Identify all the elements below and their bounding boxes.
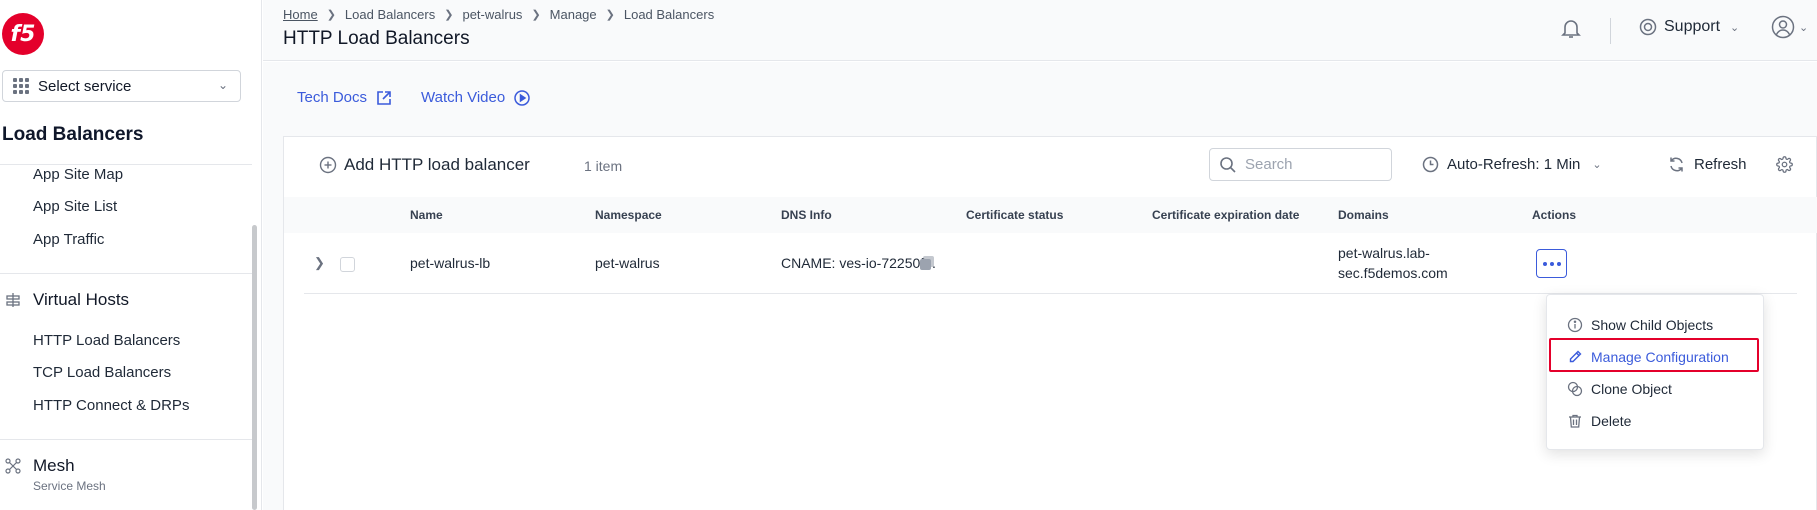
search-placeholder: Search (1245, 156, 1293, 173)
column-header-namespace[interactable]: Namespace (595, 208, 662, 222)
auto-refresh-dropdown[interactable]: Auto-Refresh: 1 Min ⌄ (1422, 156, 1602, 173)
select-service-label: Select service (38, 77, 132, 95)
sidebar-group-sublabel: Service Mesh (33, 479, 106, 493)
breadcrumb-item[interactable]: Load Balancers (345, 7, 435, 22)
cell-name[interactable]: pet-walrus-lb (410, 255, 490, 271)
clone-icon (1567, 381, 1583, 397)
search-input[interactable]: Search (1209, 148, 1392, 181)
cell-dns-info: CNAME: ves-io-72250f... (781, 255, 936, 271)
breadcrumb-home[interactable]: Home (283, 7, 318, 22)
item-count: 1 item (584, 158, 623, 174)
breadcrumb-item[interactable]: Manage (550, 7, 597, 22)
select-service-dropdown[interactable]: Select service ⌄ (2, 70, 241, 102)
sidebar: f5 Select service ⌄ Load Balancers App S… (0, 0, 262, 510)
chevron-right-icon: ❯ (605, 9, 615, 21)
sidebar-item-http-load-balancers[interactable]: HTTP Load Balancers (33, 332, 180, 349)
chevron-down-icon: ⌄ (217, 78, 228, 92)
virtual-hosts-icon (4, 291, 22, 309)
user-avatar-icon (1771, 15, 1795, 39)
expand-row-icon[interactable]: ❯ (314, 255, 325, 271)
menu-item-label: Show Child Objects (1591, 317, 1714, 333)
table-row[interactable]: ❯ pet-walrus-lb pet-walrus CNAME: ves-io… (304, 233, 1797, 294)
chevron-down-icon: ⌄ (1799, 21, 1809, 34)
f5-logo[interactable]: f5 (2, 13, 44, 55)
support-label: Support (1664, 18, 1721, 35)
column-header-actions: Actions (1532, 208, 1577, 222)
sidebar-item-tcp-load-balancers[interactable]: TCP Load Balancers (33, 364, 171, 381)
divider (0, 273, 252, 274)
breadcrumb-item[interactable]: pet-walrus (462, 7, 522, 22)
sidebar-group-mesh[interactable]: Mesh (4, 456, 75, 476)
column-header-certificate-expiration[interactable]: Certificate expiration date (1152, 208, 1299, 222)
watch-video-link[interactable]: Watch Video (421, 89, 530, 106)
highlight-box (1549, 338, 1759, 372)
search-icon (1220, 156, 1236, 173)
column-header-name[interactable]: Name (410, 208, 443, 222)
trash-icon (1569, 414, 1581, 428)
sidebar-section-title: Load Balancers (2, 124, 144, 145)
top-header: Home ❯ Load Balancers ❯ pet-walrus ❯ Man… (263, 0, 1817, 61)
refresh-label: Refresh (1694, 156, 1747, 173)
menu-item-show-child-objects[interactable]: Show Child Objects (1547, 310, 1765, 340)
divider (0, 439, 252, 440)
sidebar-group-virtual-hosts[interactable]: Virtual Hosts (4, 290, 129, 310)
column-header-domains[interactable]: Domains (1338, 208, 1389, 222)
breadcrumb: Home ❯ Load Balancers ❯ pet-walrus ❯ Man… (283, 7, 714, 22)
apps-grid-icon (13, 78, 29, 94)
breadcrumb-item: Load Balancers (623, 7, 715, 22)
page-title: HTTP Load Balancers (283, 28, 470, 49)
bell-icon[interactable] (1559, 16, 1585, 42)
actions-menu: Show Child Objects Manage Configuration … (1546, 294, 1764, 450)
sidebar-group-label: Mesh (33, 456, 75, 475)
support-menu[interactable]: Support ⌄ (1639, 18, 1739, 36)
sidebar-item-app-site-list[interactable]: App Site List (33, 198, 117, 215)
sidebar-item-app-traffic[interactable]: App Traffic (33, 231, 104, 248)
row-actions-button[interactable] (1536, 249, 1567, 278)
divider (1610, 18, 1611, 44)
watch-video-label: Watch Video (421, 89, 506, 106)
mesh-icon (4, 457, 22, 475)
auto-refresh-label: Auto-Refresh: 1 Min (1447, 156, 1581, 173)
cell-domains-line2: sec.f5demos.com (1338, 265, 1448, 281)
chevron-right-icon: ❯ (531, 9, 541, 21)
external-link-icon (377, 90, 391, 105)
tech-docs-label: Tech Docs (297, 89, 368, 106)
chevron-down-icon: ⌄ (1730, 21, 1740, 34)
menu-item-clone-object[interactable]: Clone Object (1547, 374, 1765, 404)
chevron-right-icon: ❯ (444, 9, 454, 21)
refresh-button[interactable]: Refresh (1668, 156, 1747, 173)
menu-item-delete[interactable]: Delete (1547, 406, 1765, 436)
menu-item-label: Delete (1591, 413, 1632, 429)
chevron-down-icon: ⌄ (1592, 159, 1602, 171)
sidebar-item-app-site-map[interactable]: App Site Map (33, 166, 123, 183)
tech-docs-link[interactable]: Tech Docs (297, 89, 392, 106)
gear-icon[interactable] (1776, 156, 1793, 176)
clock-icon (1422, 156, 1439, 173)
sidebar-group-label: Virtual Hosts (33, 290, 130, 309)
lifebuoy-icon (1639, 18, 1657, 36)
info-icon (1567, 317, 1583, 333)
add-label: Add HTTP load balancer (344, 155, 530, 174)
play-circle-icon (514, 89, 530, 106)
table-header: Name Namespace DNS Info Certificate stat… (284, 197, 1817, 233)
copy-icon[interactable] (920, 256, 935, 271)
divider (0, 164, 252, 165)
sidebar-item-http-connect-drps[interactable]: HTTP Connect & DRPs (33, 397, 189, 414)
column-header-dns-info[interactable]: DNS Info (781, 208, 832, 222)
chevron-right-icon: ❯ (326, 9, 336, 21)
row-checkbox[interactable] (340, 257, 355, 272)
sidebar-scrollbar[interactable] (252, 225, 257, 510)
user-menu[interactable]: ⌄ (1771, 15, 1808, 39)
refresh-icon (1670, 157, 1683, 172)
cell-domains-line1: pet-walrus.lab- (1338, 245, 1430, 261)
cell-namespace: pet-walrus (595, 255, 660, 271)
add-http-load-balancer-button[interactable]: Add HTTP load balancer (319, 155, 530, 175)
menu-item-label: Clone Object (1591, 381, 1672, 397)
column-header-certificate-status[interactable]: Certificate status (966, 208, 1063, 222)
plus-circle-icon (319, 156, 337, 174)
